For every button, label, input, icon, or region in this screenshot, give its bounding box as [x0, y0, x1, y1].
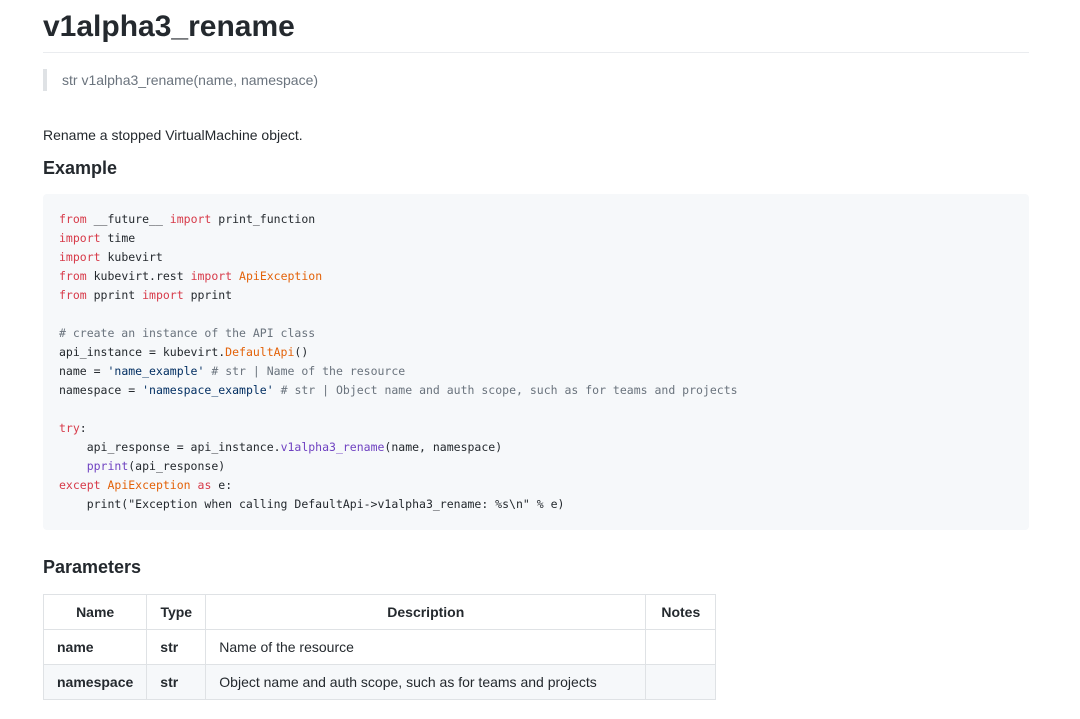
code-line: pprint(api_response) — [86, 459, 226, 473]
column-header-type: Type — [146, 594, 207, 630]
code-line: api_response = api_instance.v1alpha3_ren… — [59, 440, 503, 454]
param-type-cell: str — [146, 629, 207, 665]
page-title: v1alpha3_rename — [43, 0, 1029, 53]
param-description-cell: Name of the resource — [205, 629, 647, 665]
code-line: from __future__ import print_function — [59, 212, 316, 226]
code-line: name = 'name_example' # str | Name of th… — [59, 364, 406, 378]
code-line: namespace = 'namespace_example' # str | … — [59, 383, 738, 397]
code-line: print("Exception when calling DefaultApi… — [59, 497, 565, 511]
table-row: name str Name of the resource — [42, 629, 717, 665]
code-line: import time — [59, 231, 136, 245]
param-notes-cell — [645, 664, 717, 700]
example-heading: Example — [43, 158, 118, 178]
code-block: from __future__ import print_function im… — [43, 194, 1029, 530]
code-line: except ApiException as e: — [59, 478, 233, 492]
code-line: from kubevirt.rest import ApiException — [59, 269, 323, 283]
code-line: # create an instance of the API class — [59, 326, 316, 340]
function-signature: str v1alpha3_rename(name, namespace) — [43, 69, 318, 91]
column-header-notes: Notes — [645, 594, 717, 630]
parameters-table: Name Type Description Notes name str Nam… — [42, 594, 717, 700]
doc-page: v1alpha3_rename str v1alpha3_rename(name… — [42, 0, 1029, 700]
parameters-heading: Parameters — [43, 557, 142, 577]
code-line: import kubevirt — [59, 250, 163, 264]
param-name-cell: name — [42, 629, 148, 665]
param-name-cell: namespace — [42, 664, 148, 700]
column-header-name: Name — [42, 594, 148, 630]
function-description: Rename a stopped VirtualMachine object. — [43, 127, 303, 143]
param-description-cell: Object name and auth scope, such as for … — [205, 664, 647, 700]
table-row: namespace str Object name and auth scope… — [42, 664, 717, 700]
param-type-cell: str — [146, 664, 207, 700]
code-line: from pprint import pprint — [59, 288, 233, 302]
code-line: try: — [59, 421, 87, 435]
column-header-description: Description — [205, 594, 647, 630]
table-header-row: Name Type Description Notes — [42, 594, 717, 630]
code-line: api_instance = kubevirt.DefaultApi() — [59, 345, 309, 359]
param-notes-cell — [645, 629, 717, 665]
